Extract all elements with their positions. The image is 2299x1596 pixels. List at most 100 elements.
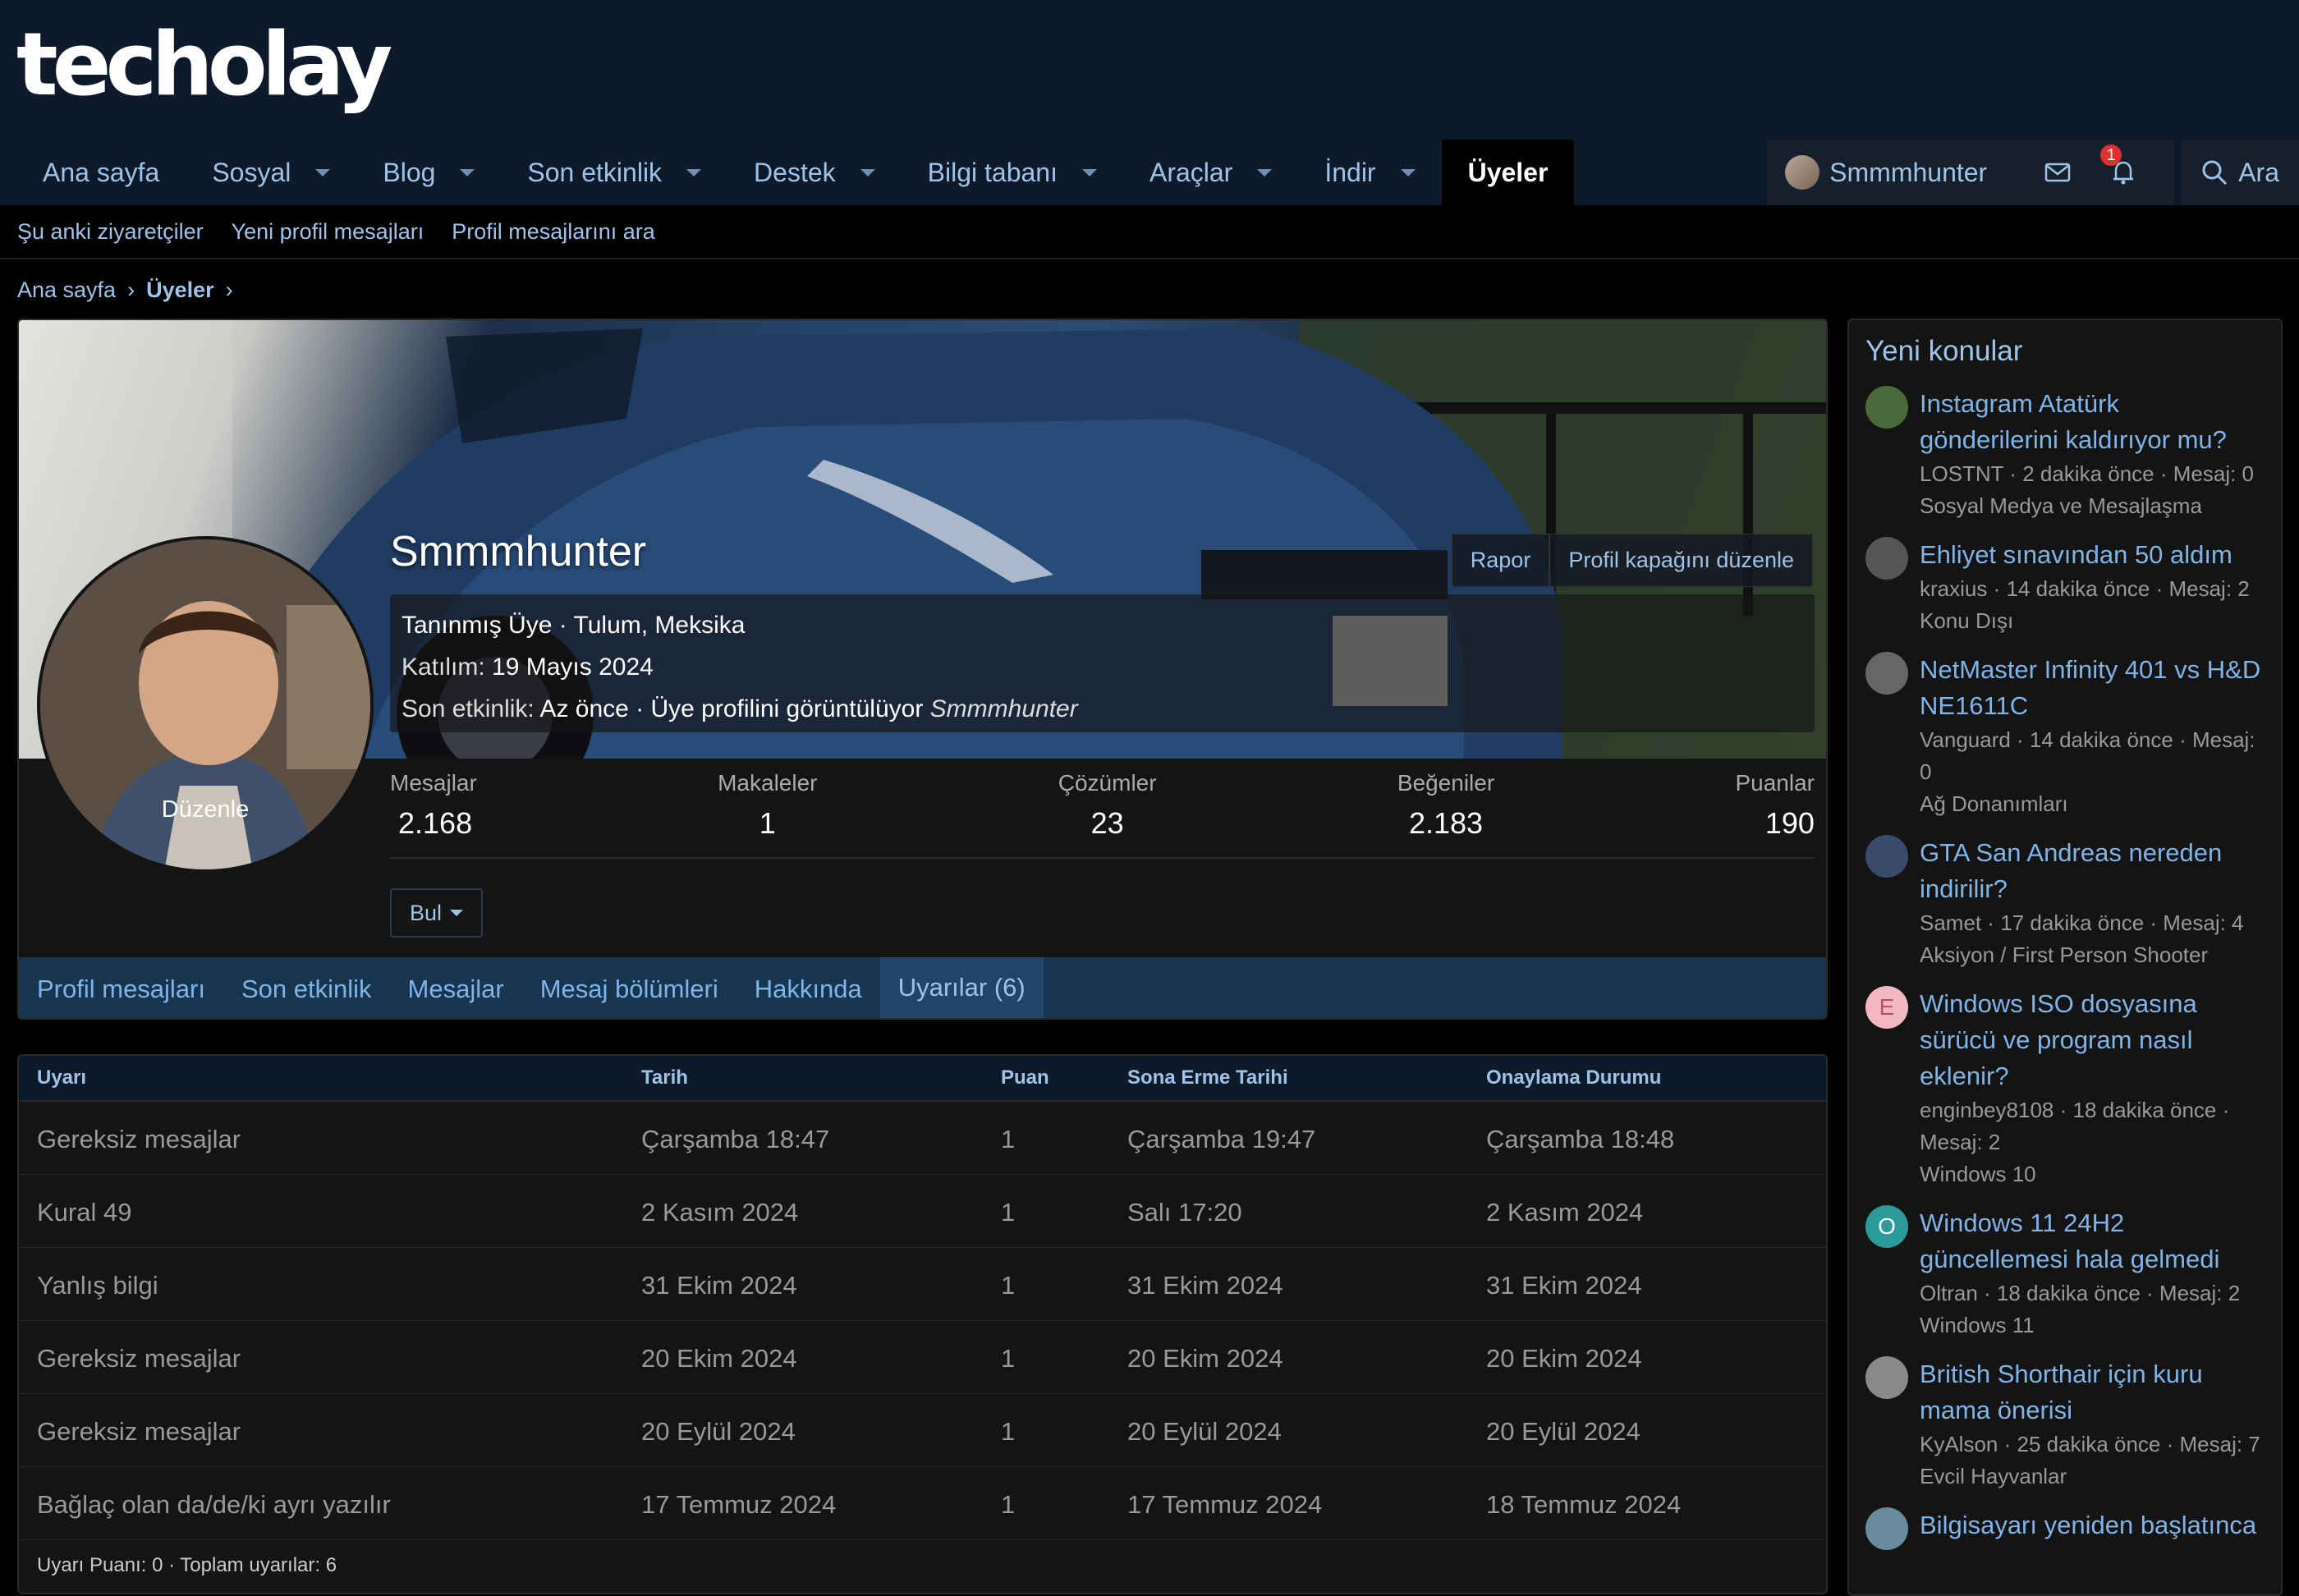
nav-item-4[interactable]: Destek — [727, 140, 902, 205]
nav-item-label: Sosyal — [212, 157, 291, 187]
joined-line: Katılım: 19 Mayıs 2024 — [402, 646, 1803, 688]
last-activity-user[interactable]: Smmmhunter — [930, 695, 1078, 722]
tab-threads[interactable]: Mesaj bölümleri — [522, 957, 737, 1018]
tab-latest-activity[interactable]: Son etkinlik — [223, 957, 390, 1018]
stat-messages[interactable]: Mesajlar 2.168 — [390, 770, 477, 857]
thread-title[interactable]: Ehliyet sınavından 50 aldım — [1920, 537, 2265, 573]
thread-forum[interactable]: Ağ Donanımları — [1920, 788, 2265, 820]
bell-icon[interactable]: 1 — [2100, 144, 2138, 187]
subnav-new-profile-posts[interactable]: Yeni profil mesajları — [232, 219, 424, 245]
nav-item-7[interactable]: İndir — [1298, 140, 1441, 205]
inbox-icon[interactable] — [2043, 158, 2072, 187]
account-menu[interactable]: Smmmhunter 1 — [1767, 140, 2175, 205]
table-row[interactable]: Gereksiz mesajlar 20 Eylül 2024 1 20 Eylül … — [19, 1394, 1826, 1467]
thread-forum[interactable]: Windows 11 — [1920, 1309, 2265, 1341]
site-logo[interactable]: techolay — [16, 21, 392, 108]
table-row[interactable]: Bağlaç olan da/de/ki ayrı yazılır 17 Temm… — [19, 1467, 1826, 1540]
caret-down-icon[interactable] — [460, 168, 475, 177]
thread-avatar[interactable] — [1865, 1356, 1908, 1399]
thread-forum[interactable]: Konu Dışı — [1920, 605, 2265, 637]
table-row[interactable]: Yanlış bilgi 31 Ekim 2024 1 31 Ekim 2024 31 … — [19, 1248, 1826, 1321]
stat-points[interactable]: Puanlar 190 — [1735, 770, 1815, 857]
caret-down-icon[interactable] — [1400, 168, 1416, 177]
nav-item-1[interactable]: Sosyal — [186, 140, 356, 205]
widget-title[interactable]: Yeni konular — [1865, 335, 2265, 368]
caret-down-icon[interactable] — [1257, 168, 1273, 177]
last-activity-line: Son etkinlik: Az önce · Üye profilini gö… — [402, 688, 1803, 730]
find-label: Bul — [410, 900, 443, 925]
tab-about[interactable]: Hakkında — [737, 957, 880, 1018]
thread-title[interactable]: Instagram Atatürk gönderilerini kaldırıy… — [1920, 386, 2265, 458]
profile-avatar[interactable]: Düzenle — [37, 536, 374, 873]
table-cell: 20 Eylül 2024 — [1486, 1417, 1641, 1446]
tab-messages[interactable]: Mesajlar — [390, 957, 522, 1018]
thread-forum[interactable]: Windows 10 — [1920, 1158, 2265, 1190]
stat-value: 2.168 — [398, 806, 473, 840]
nav-item-8[interactable]: Üyeler — [1441, 140, 1575, 205]
thread-body: Ehliyet sınavından 50 aldım kraxius · 14 … — [1920, 537, 2265, 637]
find-button[interactable]: Bul — [390, 888, 484, 938]
thread-avatar[interactable] — [1865, 835, 1908, 878]
user-avatar[interactable] — [1785, 155, 1820, 190]
thread-forum[interactable]: Aksiyon / First Person Shooter — [1920, 939, 2265, 971]
warnings-footer: Uyarı Puanı: 0 · Toplam uyarılar: 6 — [37, 1554, 337, 1576]
caret-down-icon[interactable] — [686, 168, 702, 177]
breadcrumb-home[interactable]: Ana sayfa — [17, 277, 116, 303]
table-row[interactable]: Kural 49 2 Kasım 2024 1 Salı 17:20 2 Kasım 2… — [19, 1175, 1826, 1248]
nav-item-label: Destek — [754, 157, 836, 187]
thread-title[interactable]: Windows 11 24H2 güncellemesi hala gelmed… — [1920, 1205, 2265, 1277]
nav-item-label: Araçlar — [1149, 157, 1233, 187]
thread-forum[interactable]: Sosyal Medya ve Mesajlaşma — [1920, 490, 2265, 522]
breadcrumb-members[interactable]: Üyeler — [146, 277, 214, 303]
tab-profile-posts[interactable]: Profil mesajları — [19, 957, 223, 1018]
stat-articles[interactable]: Makaleler 1 — [718, 770, 817, 857]
profile-info-box: Tanınmış Üye · Tulum, Meksika Katılım: 1… — [390, 594, 1815, 732]
thread-avatar[interactable]: E — [1865, 986, 1908, 1029]
thread-title[interactable]: NetMaster Infinity 401 vs H&D NE1611C — [1920, 652, 2265, 724]
subnav-current-visitors[interactable]: Şu anki ziyaretçiler — [17, 219, 204, 245]
caret-down-icon[interactable] — [860, 168, 875, 177]
nav-item-label: Son etkinlik — [527, 157, 663, 187]
thread-avatar[interactable] — [1865, 386, 1908, 429]
avatar-edit-button[interactable]: Düzenle — [40, 796, 370, 823]
nav-item-0[interactable]: Ana sayfa — [16, 140, 186, 205]
tab-warnings[interactable]: Uyarılar (6) — [879, 957, 1044, 1018]
thread-item: GTA San Andreas nereden indirilir? Samet … — [1865, 835, 2265, 971]
thread-avatar[interactable] — [1865, 537, 1908, 580]
thread-avatar[interactable]: O — [1865, 1205, 1908, 1248]
new-threads-widget: Yeni konular Instagram Atatürk gönderile… — [1847, 319, 2283, 1596]
edit-cover-button[interactable]: Profil kapağını düzenle — [1549, 534, 1813, 587]
header-ack: Onaylama Durumu — [1486, 1066, 1662, 1089]
table-cell: 20 Ekim 2024 — [1127, 1344, 1283, 1373]
thread-body: Windows 11 24H2 güncellemesi hala gelmed… — [1920, 1205, 2265, 1341]
thread-forum[interactable]: Evcil Hayvanlar — [1920, 1461, 2265, 1493]
user-name[interactable]: Smmmhunter — [1829, 158, 1987, 188]
nav-item-2[interactable]: Blog — [356, 140, 501, 205]
search-button[interactable]: Ara — [2181, 140, 2299, 205]
stat-likes[interactable]: Beğeniler 2.183 — [1397, 770, 1494, 857]
table-cell: 1 — [1001, 1417, 1016, 1446]
thread-item: NetMaster Infinity 401 vs H&D NE1611C Van… — [1865, 652, 2265, 820]
thread-avatar[interactable] — [1865, 652, 1908, 695]
thread-title[interactable]: Bilgisayarı yeniden başlatınca — [1920, 1507, 2265, 1543]
thread-title[interactable]: GTA San Andreas nereden indirilir? — [1920, 835, 2265, 907]
thread-body: Windows ISO dosyasına sürücü ve program … — [1920, 986, 2265, 1190]
stat-value: 190 — [1764, 806, 1815, 840]
table-row[interactable]: Gereksiz mesajlar 20 Ekim 2024 1 20 Ekim 20… — [19, 1321, 1826, 1394]
table-row[interactable]: Gereksiz mesajlar Çarşamba 18:47 1 Çarşamba… — [19, 1102, 1826, 1175]
caret-down-icon[interactable] — [1081, 168, 1097, 177]
header-warning: Uyarı — [37, 1066, 87, 1089]
nav-item-6[interactable]: Araçlar — [1123, 140, 1298, 205]
caret-down-icon[interactable] — [315, 168, 331, 177]
thread-meta: Vanguard · 14 dakika önce · Mesaj: 0 — [1920, 727, 2255, 784]
stat-solutions[interactable]: Çözümler 23 — [1058, 770, 1157, 857]
nav-item-5[interactable]: Bilgi tabanı — [902, 140, 1123, 205]
table-cell: 31 Ekim 2024 — [1127, 1271, 1283, 1300]
subnav-search-profile-posts[interactable]: Profil mesajlarını ara — [452, 219, 655, 245]
nav-item-3[interactable]: Son etkinlik — [501, 140, 727, 205]
thread-title[interactable]: British Shorthair için kuru mama önerisi — [1920, 1356, 2265, 1429]
thread-body: NetMaster Infinity 401 vs H&D NE1611C Van… — [1920, 652, 2265, 820]
thread-title[interactable]: Windows ISO dosyasına sürücü ve program … — [1920, 986, 2265, 1094]
thread-avatar[interactable] — [1865, 1507, 1908, 1550]
report-button[interactable]: Rapor — [1451, 534, 1550, 587]
